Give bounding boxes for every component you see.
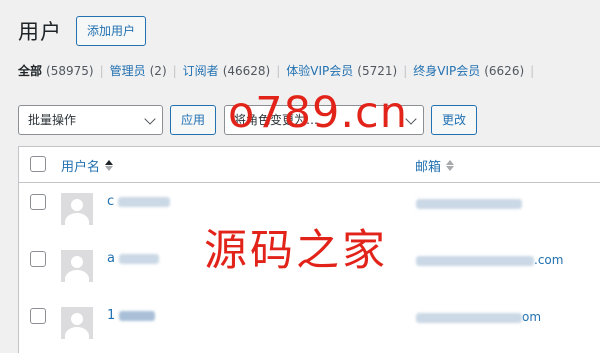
column-username[interactable]: 用户名 (61, 156, 114, 175)
email-suffix: om (522, 310, 542, 324)
avatar (61, 193, 93, 225)
role-filter-links: 全部 (58975) | 管理员 (2) | 订阅者 (46628) | 体验V… (18, 62, 540, 79)
filter-count: (6626) (484, 63, 525, 78)
page-header: 用户 添加用户 (18, 16, 147, 46)
redacted-email (416, 198, 522, 209)
avatar (61, 250, 93, 282)
redacted-username (119, 310, 156, 321)
bulk-action-value: 批量操作 (28, 113, 77, 127)
filter-separator: | (530, 63, 535, 78)
filter-separator: | (172, 63, 177, 78)
filter-label: 订阅者 (182, 64, 219, 78)
filter-separator: | (403, 63, 408, 78)
filter-administrator[interactable]: 管理员 (2) (110, 62, 167, 79)
sort-icon (446, 160, 455, 171)
filter-subscriber[interactable]: 订阅者 (46628) (183, 62, 271, 79)
watermark-domain: o789.cn (228, 88, 408, 138)
row-checkbox[interactable] (30, 251, 46, 267)
redacted-email (416, 255, 534, 266)
row-checkbox[interactable] (30, 194, 46, 210)
username-link[interactable]: 1 (107, 308, 156, 323)
username-link[interactable]: c (107, 194, 171, 209)
watermark-site-name: 源码之家 (204, 226, 388, 276)
sort-icon (105, 160, 114, 171)
chevron-down-icon (144, 113, 156, 125)
filter-count: (2) (149, 63, 167, 78)
column-email-label: 邮箱 (415, 160, 442, 175)
column-email[interactable]: 邮箱 (415, 156, 455, 175)
filter-separator: | (276, 63, 281, 78)
filter-separator: | (99, 63, 104, 78)
avatar (61, 307, 93, 339)
email-link[interactable] (416, 196, 522, 210)
email-suffix: .com (534, 253, 564, 267)
select-all-checkbox[interactable] (30, 156, 46, 172)
username-prefix: a (107, 251, 115, 266)
filter-count: (5721) (357, 63, 398, 78)
email-link[interactable]: om (416, 310, 541, 324)
filter-count: (46628) (222, 63, 271, 78)
username-prefix: 1 (107, 308, 116, 323)
table-row: 1 om (19, 297, 600, 353)
email-link[interactable]: .com (416, 253, 563, 267)
apply-button[interactable]: 应用 (170, 105, 217, 135)
filter-label: 体验VIP会员 (286, 64, 354, 78)
add-user-button[interactable]: 添加用户 (76, 16, 147, 46)
redacted-email (416, 312, 522, 323)
filter-lifetime-vip[interactable]: 终身VIP会员 (6626) (413, 62, 524, 79)
username-link[interactable]: a (107, 251, 160, 266)
redacted-username (118, 196, 171, 207)
filter-label: 终身VIP会员 (413, 64, 481, 78)
filter-label: 全部 (18, 64, 43, 78)
column-username-label: 用户名 (61, 160, 101, 175)
filter-trial-vip[interactable]: 体验VIP会员 (5721) (286, 62, 397, 79)
bulk-action-select[interactable]: 批量操作 (18, 105, 163, 135)
row-checkbox[interactable] (30, 308, 46, 324)
filter-label: 管理员 (109, 64, 146, 78)
filter-count: (58975) (46, 63, 94, 78)
table-header: 用户名 邮箱 (19, 147, 600, 183)
username-prefix: c (107, 194, 115, 209)
change-role-button[interactable]: 更改 (431, 105, 478, 135)
filter-all[interactable]: 全部 (58975) (18, 62, 94, 79)
redacted-username (119, 253, 160, 264)
page-title: 用户 (18, 20, 62, 44)
